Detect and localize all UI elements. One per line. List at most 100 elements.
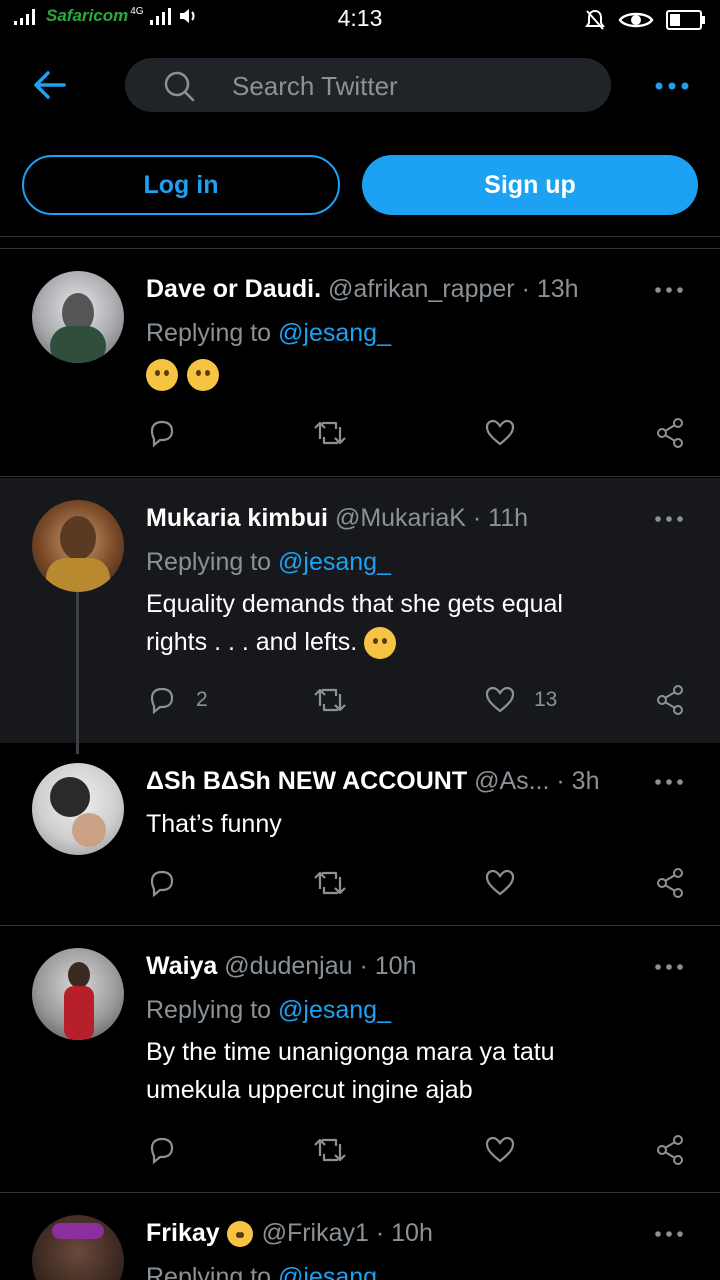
avatar[interactable] <box>32 1215 124 1280</box>
author-handle: @afrikan_rapper <box>328 275 515 303</box>
replying-handle[interactable]: @jesang_ <box>278 996 391 1024</box>
tweet-actions <box>146 417 696 453</box>
replying-to: Replying to @jesang_ <box>146 548 391 577</box>
tweet[interactable]: Frikay @Frikay1 · 10h Replying to @jesan… <box>0 1193 720 1280</box>
reply-icon <box>150 870 174 898</box>
more-horizontal-icon <box>655 82 689 90</box>
retweet-icon <box>314 1138 346 1162</box>
tweet[interactable]: Mukaria kimbui @MukariaK · 11h Replying … <box>0 478 720 743</box>
author-name[interactable]: Mukaria kimbui <box>146 504 328 532</box>
avatar[interactable] <box>32 948 124 1040</box>
retweet-button[interactable] <box>312 417 348 449</box>
share-icon <box>657 418 683 448</box>
top-header: Search Twitter <box>0 58 720 112</box>
status-bar: Safaricom 4G 4:13 <box>0 0 720 40</box>
avatar[interactable] <box>32 500 124 592</box>
reply-button[interactable]: 2 <box>146 684 208 716</box>
heart-icon <box>485 1136 515 1163</box>
more-horizontal-icon[interactable] <box>654 1229 684 1239</box>
tweet-time: · 10h <box>359 952 417 980</box>
share-icon <box>657 1135 683 1165</box>
avatar[interactable] <box>32 271 124 363</box>
replying-handle[interactable]: @jesang_ <box>278 1263 391 1280</box>
retweet-button[interactable] <box>312 1134 348 1166</box>
thinking-face-icon <box>146 359 178 392</box>
divider <box>0 236 720 237</box>
heart-icon <box>485 869 515 896</box>
replying-prefix: Replying to <box>146 548 272 576</box>
tweet-time: · 3h <box>556 767 600 795</box>
arrow-left-icon <box>34 71 66 99</box>
back-button[interactable] <box>30 68 70 102</box>
tweet-actions <box>146 1134 696 1170</box>
retweet-button[interactable] <box>312 867 348 899</box>
replying-to: Replying to @jesang_ <box>146 996 391 1025</box>
search-input[interactable]: Search Twitter <box>125 58 611 112</box>
tweet-text-line: umekula uppercut ingine ajab <box>146 1076 473 1104</box>
tears-of-joy-icon <box>364 627 397 660</box>
reply-button[interactable] <box>146 867 178 899</box>
thread-line <box>76 592 79 754</box>
tweet-time: · 11h <box>472 504 529 532</box>
replying-handle[interactable]: @jesang_ <box>278 319 391 347</box>
login-button[interactable]: Log in <box>22 155 340 215</box>
more-horizontal-icon[interactable] <box>654 962 684 972</box>
author-name[interactable]: ΔSh BΔSh NEW ACCOUNT <box>146 767 467 795</box>
author-name[interactable]: Dave or Daudi. <box>146 275 321 303</box>
replying-prefix: Replying to <box>146 319 272 347</box>
reply-count: 2 <box>196 688 208 711</box>
tweet[interactable]: ΔSh BΔSh NEW ACCOUNT @As... · 3h That’s … <box>0 743 720 925</box>
replying-handle[interactable]: @jesang_ <box>278 548 391 576</box>
tweet-time: · 13h <box>521 275 579 303</box>
tweet-text-line: By the time unanigonga mara ya tatu <box>146 1038 555 1066</box>
replying-prefix: Replying to <box>146 1263 272 1280</box>
like-button[interactable] <box>484 1134 516 1166</box>
tweet-text: By the time unanigonga mara ya tatu umek… <box>146 1033 666 1109</box>
replying-prefix: Replying to <box>146 996 272 1024</box>
reply-button[interactable] <box>146 1134 178 1166</box>
tweet-actions: 2 13 <box>146 684 696 720</box>
share-button[interactable] <box>654 684 686 716</box>
like-count: 13 <box>534 688 558 711</box>
retweet-button[interactable] <box>312 684 348 716</box>
more-horizontal-icon[interactable] <box>654 514 684 524</box>
tweet-header: Waiya @dudenjau · 10h <box>146 952 416 981</box>
heart-icon <box>485 419 515 446</box>
like-button[interactable] <box>484 417 516 449</box>
tweet-text: That’s funny <box>146 810 282 838</box>
more-horizontal-icon[interactable] <box>654 777 684 787</box>
retweet-icon <box>314 871 346 895</box>
tweet-header: Mukaria kimbui @MukariaK · 11h <box>146 504 528 533</box>
share-button[interactable] <box>654 417 686 449</box>
avatar[interactable] <box>32 763 124 855</box>
share-button[interactable] <box>654 1134 686 1166</box>
author-handle: @dudenjau <box>224 952 353 980</box>
author-handle: @Frikay1 <box>261 1219 369 1247</box>
tweet[interactable]: Waiya @dudenjau · 10h Replying to @jesan… <box>0 926 720 1192</box>
replying-to: Replying to @jesang_ <box>146 1263 391 1280</box>
author-name[interactable]: Frikay <box>146 1219 220 1247</box>
person-icon <box>226 1221 253 1248</box>
more-horizontal-icon[interactable] <box>654 285 684 295</box>
status-right <box>584 8 706 32</box>
author-name[interactable]: Waiya <box>146 952 217 980</box>
like-button[interactable]: 13 <box>484 684 557 716</box>
share-button[interactable] <box>654 867 686 899</box>
search-icon <box>164 71 195 102</box>
reply-icon <box>150 687 174 715</box>
signup-button[interactable]: Sign up <box>362 155 698 215</box>
divider <box>0 476 720 477</box>
replying-to: Replying to @jesang_ <box>146 319 391 348</box>
retweet-icon <box>314 421 346 445</box>
more-options-button[interactable] <box>654 76 690 96</box>
tweet-text-line-2: rights . . . and lefts. <box>146 623 666 661</box>
author-handle: @As... <box>474 767 550 795</box>
tweet-header: Dave or Daudi. @afrikan_rapper · 13h <box>146 275 579 304</box>
tweet[interactable]: Dave or Daudi. @afrikan_rapper · 13h Rep… <box>0 249 720 476</box>
share-icon <box>657 868 683 898</box>
reply-button[interactable] <box>146 417 178 449</box>
eye-icon <box>618 12 654 28</box>
retweet-icon <box>314 688 346 712</box>
share-icon <box>657 685 683 715</box>
like-button[interactable] <box>484 867 516 899</box>
